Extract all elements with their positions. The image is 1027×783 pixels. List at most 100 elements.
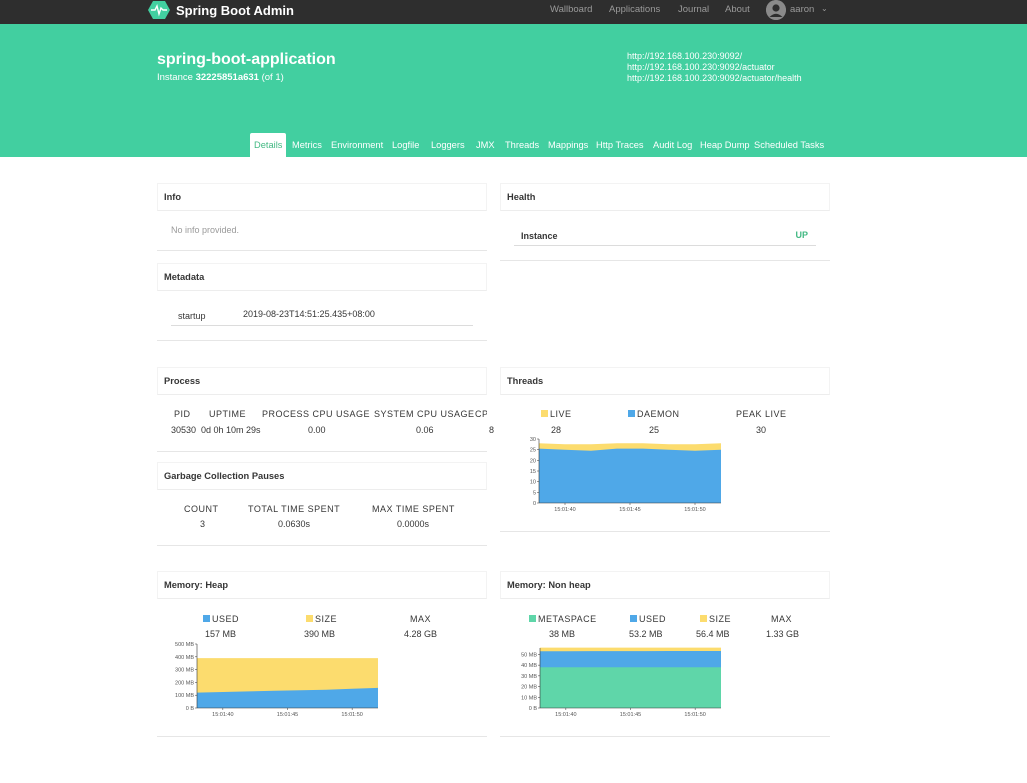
nonheap-y-tick-label: 30 MB	[521, 674, 537, 680]
health-row: Instance UP	[514, 227, 816, 246]
nav-wallboard-link[interactable]: Wallboard	[550, 4, 592, 15]
spring-boot-admin-logo-icon	[148, 1, 170, 19]
top-navbar: Spring Boot Admin Wallboard Applications…	[0, 0, 1027, 24]
process-pid-value: 30530	[171, 425, 197, 435]
health-card-header: Health	[500, 183, 830, 211]
threads-y-tick-label: 20	[530, 458, 536, 464]
nonheap-chart: 0 B 10 MB 20 MB 30 MB 40 MB 50 MB 15:01:40 15:0…	[521, 647, 721, 718]
heap-x-tick-label: 15:01:40	[212, 712, 233, 718]
tab-threads[interactable]: Threads	[505, 133, 539, 157]
info-card: Info No info provided.	[157, 183, 487, 251]
heap-y-tick-label: 300 MB	[175, 668, 194, 674]
threads-y-tick-label: 30	[530, 437, 536, 443]
nav-applications-link[interactable]: Applications	[609, 4, 660, 15]
threads-live-value: 28	[551, 425, 562, 435]
used-swatch-icon	[630, 615, 637, 622]
nonheap-size-label: SIZE	[700, 614, 731, 624]
threads-peak-label: PEAK LIVE	[736, 409, 787, 419]
tab-scheduled-tasks[interactable]: Scheduled Tasks	[754, 133, 824, 157]
nonheap-series-metaspace-area	[540, 667, 721, 708]
instance-prefix: Instance	[157, 72, 193, 83]
heap-y-tick-label: 400 MB	[175, 655, 194, 661]
instance-count: (of 1)	[261, 72, 284, 83]
heap-size-label: SIZE	[306, 614, 337, 624]
metadata-card: Metadata startup 2019-08-23T14:51:25.435…	[157, 263, 487, 341]
user-avatar-icon[interactable]	[766, 0, 786, 20]
process-card-header: Process	[157, 367, 487, 395]
threads-peak-value: 30	[756, 425, 767, 435]
tab-details[interactable]: Details	[250, 133, 287, 157]
health-instance-label: Instance	[521, 231, 558, 241]
threads-card: Threads LIVE DAEMON PEAK LIVE 28 25 30 0…	[500, 367, 830, 532]
tab-metrics[interactable]: Metrics	[292, 133, 322, 157]
info-card-header: Info	[157, 183, 487, 211]
process-card-title: Process	[164, 376, 201, 386]
heap-used-value: 157 MB	[205, 629, 237, 639]
threads-card-title: Threads	[507, 376, 544, 386]
tab-loggers[interactable]: Loggers	[431, 133, 465, 157]
used-swatch-icon	[203, 615, 210, 622]
instance-urls: http://192.168.100.230:9092/ http://192.…	[627, 51, 802, 84]
management-url-link[interactable]: http://192.168.100.230:9092/actuator	[627, 62, 802, 73]
nonheap-card-header: Memory: Non heap	[500, 571, 830, 599]
tab-environment[interactable]: Environment	[331, 133, 383, 157]
nav-about-link[interactable]: About	[725, 4, 750, 15]
nonheap-max-label: MAX	[771, 614, 793, 624]
live-swatch-icon	[541, 410, 548, 417]
metadata-card-header: Metadata	[157, 263, 487, 291]
tab-logfile[interactable]: Logfile	[392, 133, 419, 157]
tab-audit-log[interactable]: Audit Log	[653, 133, 692, 157]
application-title: spring-boot-application	[157, 51, 336, 68]
user-menu-name[interactable]: aaron	[790, 4, 814, 15]
gc-card-header: Garbage Collection Pauses	[157, 462, 487, 490]
heap-y-tick-label: 200 MB	[175, 680, 194, 686]
gc-total-time-value: 0.0630s	[278, 519, 311, 529]
nonheap-metaspace-label: METASPACE	[529, 614, 597, 624]
tab-mappings[interactable]: Mappings	[548, 133, 588, 157]
size-swatch-icon	[306, 615, 313, 622]
nonheap-used-label: USED	[630, 614, 666, 624]
process-pid-label: PID	[174, 409, 191, 419]
heap-y-tick-label: 500 MB	[175, 642, 194, 648]
nonheap-card-title: Memory: Non heap	[507, 580, 591, 590]
tab-jmx[interactable]: JMX	[476, 133, 495, 157]
heap-used-label: USED	[203, 614, 239, 624]
threads-y-tick-label: 5	[533, 490, 536, 496]
heap-max-value: 4.28 GB	[404, 629, 438, 639]
daemon-swatch-icon	[628, 410, 635, 417]
heap-max-label: MAX	[410, 614, 432, 624]
threads-series-daemon-area	[539, 448, 721, 503]
gc-count-label: COUNT	[184, 504, 219, 514]
threads-y-tick-label: 0	[533, 501, 536, 507]
brand[interactable]: Spring Boot Admin	[148, 0, 294, 20]
heap-x-tick-label: 15:01:45	[277, 712, 298, 718]
gc-count-value: 3	[200, 519, 206, 529]
threads-x-tick-label: 15:01:45	[619, 507, 640, 513]
tab-http-traces[interactable]: Http Traces	[596, 133, 644, 157]
metaspace-swatch-icon	[529, 615, 536, 622]
heap-y-tick-label: 0 B	[186, 706, 195, 712]
heap-size-value: 390 MB	[304, 629, 336, 639]
threads-y-tick-label: 25	[530, 448, 536, 454]
chevron-down-icon[interactable]: ⌄	[821, 4, 828, 13]
nonheap-y-tick-label: 0 B	[529, 706, 538, 712]
tab-heap-dump[interactable]: Heap Dump	[700, 133, 750, 157]
nonheap-x-tick-label: 15:01:45	[620, 712, 641, 718]
metadata-key: startup	[178, 311, 206, 321]
threads-daemon-value: 25	[649, 425, 660, 435]
nonheap-x-tick-label: 15:01:50	[684, 712, 705, 718]
nonheap-y-tick-label: 50 MB	[521, 652, 537, 658]
threads-x-tick-label: 15:01:40	[554, 507, 575, 513]
service-url-link[interactable]: http://192.168.100.230:9092/	[627, 51, 802, 62]
health-url-link[interactable]: http://192.168.100.230:9092/actuator/hea…	[627, 73, 802, 84]
system-cpu-usage-label: SYSTEM CPU USAGE	[374, 409, 475, 419]
nav-journal-link[interactable]: Journal	[678, 4, 709, 15]
threads-y-tick-label: 15	[530, 469, 536, 475]
health-card-title: Health	[507, 192, 536, 202]
instance-id: 32225851a631	[195, 72, 259, 83]
gc-total-time-label: TOTAL TIME SPENT	[248, 504, 341, 514]
nonheap-size-value: 56.4 MB	[696, 629, 730, 639]
gc-max-time-value: 0.0000s	[397, 519, 430, 529]
threads-chart: 0 5 10 15 20 25 30 15:01:40 15:01:45 15:01:50	[530, 437, 721, 513]
process-uptime-value: 0d 0h 10m 29s	[201, 425, 261, 435]
